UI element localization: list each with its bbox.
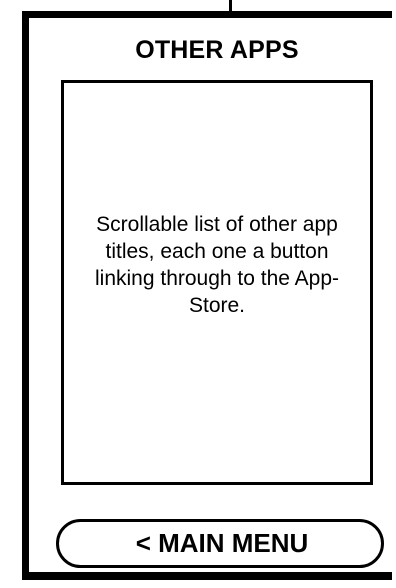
list-placeholder-text: Scrollable list of other app titles, eac… — [94, 212, 339, 317]
page-title: OTHER APPS — [135, 36, 299, 64]
wireframe-canvas: OTHER APPS Scrollable list of other app … — [0, 0, 396, 588]
main-menu-button[interactable]: < MAIN MENU — [56, 519, 384, 568]
other-apps-list[interactable]: Scrollable list of other app titles, eac… — [61, 80, 373, 485]
